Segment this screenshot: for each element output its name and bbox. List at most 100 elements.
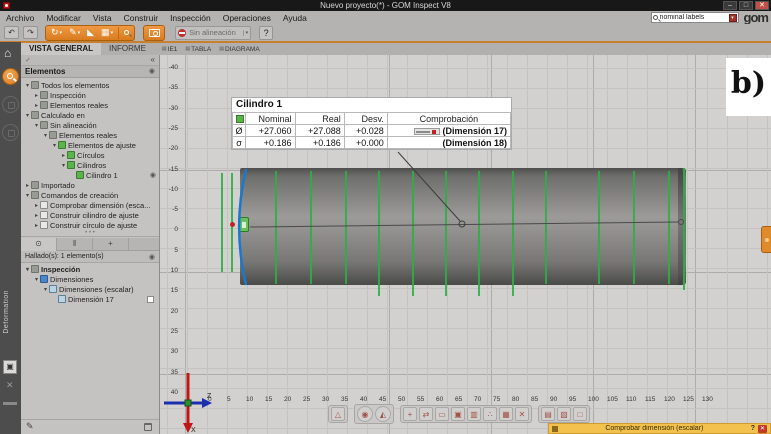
zoom-tool-button[interactable] [122,26,131,40]
bottom-toolbar-icon[interactable]: ⇄ [419,407,433,421]
tree-item-6[interactable]: ▾Elementos de ajuste [21,140,159,150]
tree-item-8[interactable]: ▾Cilindros [21,160,159,170]
close-button[interactable]: ✕ [755,1,769,10]
edit-icon[interactable]: ✎ [26,421,34,432]
panel-splitter[interactable]: • • • [21,231,159,237]
bottom-toolbar-icon[interactable]: ◭ [375,406,391,422]
tree-item-9[interactable]: Cilindro 1◉ [21,170,159,180]
collapsed-arrow-icon[interactable]: ▸ [33,92,40,99]
viewtab-ie1[interactable]: ▤IE1 [162,46,178,53]
tab-vista-general[interactable]: VISTA GENERAL [21,43,101,55]
bottom-toolbar-icon[interactable]: + [403,407,417,421]
status-help-button[interactable]: ? [751,425,755,432]
trash-icon[interactable] [144,423,152,431]
strip-close-icon[interactable]: ✕ [6,380,14,391]
viewtab-tabla[interactable]: ▤TABLA [185,46,211,53]
found-tree-item-1[interactable]: ▾Dimensiones [21,274,159,284]
undo-button[interactable]: ↶ [4,26,19,39]
bottom-toolbar-icon[interactable]: □ [573,407,587,421]
bottom-toolbar-icon[interactable]: ▭ [435,407,449,421]
tree-item-12[interactable]: ▸Comprobar dimensión (esca... [21,200,159,210]
tree-item-14[interactable]: ▸Construir círculo de ajuste [21,220,159,230]
expanded-arrow-icon[interactable]: ▾ [24,82,31,89]
expanded-arrow-icon[interactable]: ▾ [33,122,40,129]
bottom-toolbar-icon[interactable]: ▤ [541,407,555,421]
search-dropdown-button[interactable]: ▾ [729,14,737,22]
menu-archivo[interactable]: Archivo [0,13,40,23]
tree-item-7[interactable]: ▸Círculos [21,150,159,160]
menu-modificar[interactable]: Modificar [40,13,86,23]
search-panel-tab-0[interactable]: ⊙ [21,238,57,251]
3d-viewport[interactable]: -40-35-30-25-20-15-10-50510152025303540 … [160,55,771,434]
expanded-arrow-icon[interactable]: ▾ [24,112,31,119]
cylinder-mesh[interactable] [240,168,686,285]
edit-creation-button[interactable]: ✎▾ [67,26,82,40]
expanded-arrow-icon[interactable]: ▾ [51,142,58,149]
restore-button[interactable]: □ [739,1,753,10]
collapsed-arrow-icon[interactable]: ▸ [33,202,40,209]
ghost-tool-button-2[interactable] [2,124,19,141]
menu-operaciones[interactable]: Operaciones [217,13,277,23]
collapse-panel-icon[interactable]: « [151,55,155,64]
alignment-dropdown[interactable]: Sin alineación ▾ [175,26,251,40]
tree-item-5[interactable]: ▾Elementos reales [21,130,159,140]
help-button[interactable]: ? [259,26,273,40]
bottom-toolbar-icon[interactable]: ▣ [451,407,465,421]
minimize-button[interactable]: – [723,1,737,10]
tab-informe[interactable]: INFORME [101,43,154,55]
search-panel-tab-2[interactable]: + [93,238,129,251]
expanded-arrow-icon[interactable]: ▾ [60,162,67,169]
bottom-toolbar-icon[interactable]: ▦ [499,407,513,421]
status-close-button[interactable]: ✕ [758,425,767,433]
collapsed-arrow-icon[interactable]: ▸ [33,102,40,109]
expanded-arrow-icon[interactable]: ▾ [24,192,31,199]
bottom-toolbar-icon[interactable]: ∴ [483,407,497,421]
tree-item-3[interactable]: ▾Calculado en [21,110,159,120]
collapsed-arrow-icon[interactable]: ▸ [33,212,40,219]
menu-construir[interactable]: Construir [118,13,164,23]
expanded-arrow-icon[interactable]: ▾ [33,276,40,283]
ghost-tool-button-1[interactable] [2,96,19,113]
expand-icon[interactable]: ↔ [23,55,33,65]
right-panel-handle[interactable] [761,226,771,253]
found-tree-item-2[interactable]: ▾Dimensiones (escalar) [21,284,159,294]
tree-item-2[interactable]: ▸Elementos reales [21,100,159,110]
grid-view-button[interactable]: ▦▾ [99,26,115,40]
strip-panel-button[interactable]: ▣ [3,360,17,374]
menu-vista[interactable]: Vista [87,13,118,23]
tree-item-0[interactable]: ▾Todos los elementos [21,80,159,90]
search-round-button[interactable] [2,68,19,85]
expanded-arrow-icon[interactable]: ▾ [24,266,31,273]
menu-ayuda[interactable]: Ayuda [277,13,313,23]
bottom-toolbar-icon[interactable]: ▥ [467,407,481,421]
collapsed-arrow-icon[interactable]: ▸ [60,152,67,159]
search-input[interactable]: nominal labels [660,14,727,21]
redo-button[interactable]: ↷ [23,26,38,39]
collapsed-arrow-icon[interactable]: ▸ [33,222,40,229]
annotation-table-cilindro-1[interactable]: Cilindro 1 Nominal Real Desv. Comprobaci… [231,97,512,150]
bottom-toolbar-icon[interactable]: ✕ [515,407,529,421]
menu-inspección[interactable]: Inspección [164,13,217,23]
viewtab-diagrama[interactable]: ▤DIAGRAMA [219,46,259,53]
tree-item-1[interactable]: ▸Inspección [21,90,159,100]
bottom-toolbar-icon[interactable]: ▧ [557,407,571,421]
visibility-eye-icon[interactable]: ◉ [149,253,155,261]
bottom-toolbar-icon[interactable]: ◉ [357,406,373,422]
measure-tool-button[interactable]: ◣ [85,26,96,40]
tree-item-4[interactable]: ▾Sin alineación [21,120,159,130]
collapsed-arrow-icon[interactable]: ▸ [24,182,31,189]
found-tree-item-3[interactable]: Dimensión 17 [21,294,159,304]
section-marker-flag[interactable] [238,217,249,232]
tree-item-10[interactable]: ▸Importado [21,180,159,190]
rotate-view-button[interactable]: ↻▾ [49,26,64,40]
expanded-arrow-icon[interactable]: ▾ [42,286,49,293]
search-panel-tab-1[interactable]: ‖ [57,238,93,251]
visibility-eye-icon[interactable]: ◉ [149,67,155,75]
snapshot-button[interactable] [143,25,165,41]
found-tree-item-0[interactable]: ▾Inspección [21,264,159,274]
visibility-eye-icon[interactable]: ◉ [150,171,156,179]
tree-item-11[interactable]: ▾Comandos de creación [21,190,159,200]
search-box[interactable]: nominal labels ▾ [651,12,739,23]
item-checkbox[interactable] [147,296,154,303]
expanded-arrow-icon[interactable]: ▾ [42,132,49,139]
